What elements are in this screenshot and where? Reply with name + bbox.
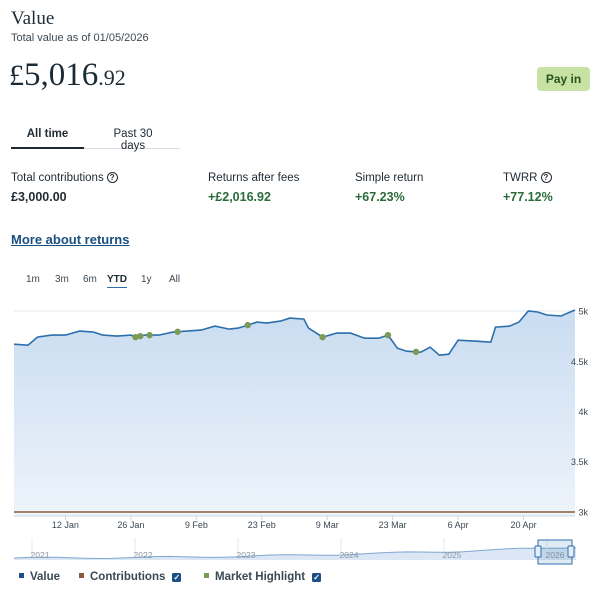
- tab-past-30-days[interactable]: Past 30 days: [100, 128, 166, 152]
- currency-symbol: £: [9, 59, 24, 92]
- stat-value: £3,000.00: [11, 190, 67, 204]
- range-6m[interactable]: 6m: [83, 274, 97, 285]
- x-tick-label: 26 Jan: [117, 520, 144, 530]
- y-tick-label: 4k: [578, 407, 588, 417]
- legend-market-highlight[interactable]: Market Highlight ✓: [204, 571, 322, 583]
- x-tick-label: 9 Feb: [185, 520, 208, 530]
- x-tick-label: 23 Feb: [248, 520, 276, 530]
- range-ytd[interactable]: YTD: [107, 274, 127, 288]
- total-value: £5,016.92: [9, 57, 126, 94]
- value-main: 5,016: [24, 57, 99, 93]
- navigator-handle-left[interactable]: [534, 545, 542, 558]
- legend-label: Market Highlight: [215, 571, 306, 583]
- more-about-returns-link[interactable]: More about returns: [11, 232, 129, 247]
- navigator-year-label: 2023: [237, 550, 256, 560]
- tab-all-time[interactable]: All time: [11, 128, 84, 149]
- market-highlight-marker: [244, 321, 251, 329]
- x-tick-label: 20 Apr: [511, 520, 537, 530]
- legend-value: Value: [19, 571, 60, 583]
- legend-swatch: [19, 573, 24, 578]
- value-date: Total value as of 01/05/2026: [11, 32, 149, 44]
- legend-swatch: [79, 573, 84, 578]
- market-highlight-marker: [174, 328, 181, 335]
- market-highlight-marker: [412, 348, 420, 356]
- market-highlight-checkbox[interactable]: ✓: [312, 573, 322, 582]
- help-icon[interactable]: ?: [540, 172, 552, 183]
- value-chart[interactable]: 5k 4.5k 4k 3.5k 3k 12 Jan 26 Jan 9 Feb 23 Feb 9 …: [0, 296, 600, 566]
- range-all[interactable]: All: [169, 274, 180, 285]
- stat-twrr: TWRR? +77.12%: [503, 172, 553, 204]
- y-tick-label: 3.5k: [571, 457, 589, 467]
- stat-label: TWRR: [503, 172, 538, 184]
- market-highlight-marker: [384, 331, 392, 339]
- range-3m[interactable]: 3m: [55, 274, 69, 285]
- y-tick-label: 5k: [578, 307, 588, 317]
- x-tick-label: 12 Jan: [52, 520, 79, 530]
- period-tabs: All time Past 30 days: [11, 128, 180, 152]
- legend-contributions[interactable]: Contributions ✓: [79, 571, 182, 583]
- x-tick-label: 23 Mar: [379, 520, 407, 530]
- market-highlight-marker: [146, 331, 153, 339]
- navigator-year-label: 2021: [31, 550, 50, 560]
- page-title: Value: [11, 8, 55, 29]
- x-tick-label: 6 Apr: [448, 520, 469, 530]
- navigator-year-label: 2024: [340, 550, 359, 560]
- navigator-year-label: 2022: [134, 550, 153, 560]
- stat-simple-return: Simple return +67.23%: [355, 172, 423, 204]
- stat-label: Simple return: [355, 172, 424, 184]
- navigator-window[interactable]: [537, 539, 573, 565]
- pay-in-button[interactable]: Pay in: [537, 67, 590, 91]
- navigator-handle-right[interactable]: [567, 545, 575, 558]
- stat-value: +77.12%: [503, 190, 553, 204]
- contributions-checkbox[interactable]: ✓: [172, 573, 182, 582]
- stat-total-contributions: Total contributions? £3,000.00: [11, 172, 118, 204]
- value-decimal: .92: [98, 65, 126, 90]
- y-tick-label: 4.5k: [571, 357, 589, 367]
- stat-label: Returns after fees: [208, 172, 300, 184]
- y-tick-label: 3k: [578, 507, 588, 517]
- stat-value: +£2,016.92: [208, 190, 271, 204]
- range-navigator[interactable]: 202120222023202420252026: [13, 537, 577, 565]
- stat-label: Total contributions: [11, 172, 104, 184]
- legend-swatch: [204, 573, 209, 578]
- market-highlight-marker: [319, 333, 326, 341]
- help-icon[interactable]: ?: [106, 172, 118, 183]
- stat-returns-after-fees: Returns after fees +£2,016.92: [208, 172, 299, 204]
- x-axis: 12 Jan 26 Jan 9 Feb 23 Feb 9 Mar 23 Mar 6 Apr 2…: [52, 516, 537, 530]
- stat-value: +67.23%: [355, 190, 405, 204]
- navigator-year-label: 2025: [443, 550, 462, 560]
- legend-label: Contributions: [90, 571, 166, 583]
- x-tick-label: 9 Mar: [316, 520, 339, 530]
- legend-label: Value: [30, 571, 61, 583]
- range-1y[interactable]: 1y: [141, 274, 152, 285]
- range-1m[interactable]: 1m: [26, 274, 40, 285]
- market-highlight-marker: [137, 332, 144, 340]
